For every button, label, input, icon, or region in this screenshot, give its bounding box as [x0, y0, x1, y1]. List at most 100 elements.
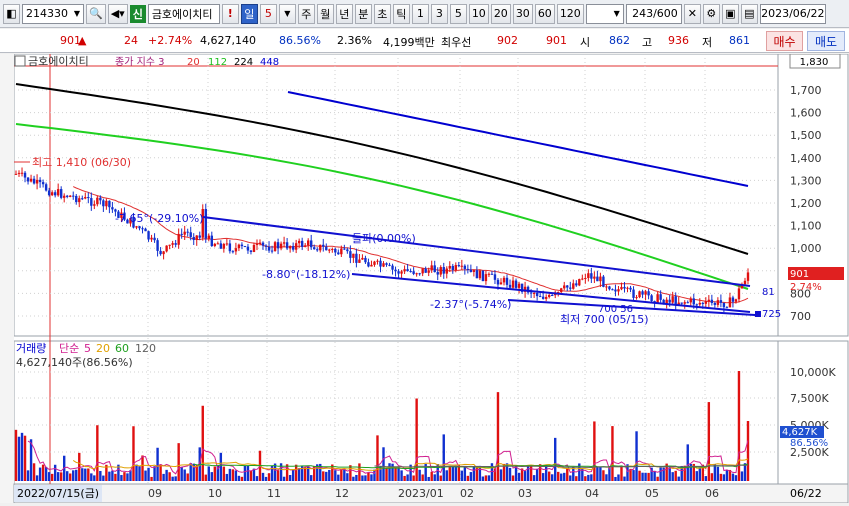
volume-bar: [81, 468, 84, 481]
interval-10[interactable]: 10: [468, 3, 489, 24]
candle-body: [216, 243, 220, 245]
tab-yearly[interactable]: 년: [335, 3, 353, 24]
period-count[interactable]: 5: [259, 3, 277, 24]
candle-body: [436, 272, 439, 275]
candle-body: [198, 235, 201, 238]
chevron-down-icon[interactable]: ▼: [614, 9, 620, 18]
volume-bar: [282, 476, 286, 481]
tab-tick[interactable]: 틱: [392, 3, 410, 24]
close-icon[interactable]: ✕: [683, 3, 701, 24]
sell-button[interactable]: 매도: [807, 31, 845, 51]
ma-legend-224: 224: [234, 57, 253, 68]
candle-body: [575, 283, 578, 286]
settings-icon[interactable]: ⚙: [702, 3, 720, 24]
candle-body: [532, 292, 536, 294]
interval-3[interactable]: 3: [430, 3, 448, 24]
candle-body: [632, 289, 635, 298]
date-field[interactable]: 2023/06/22: [759, 3, 826, 24]
candle-body: [358, 259, 361, 263]
volume-title: 거래량: [16, 342, 46, 355]
candle-body: [707, 299, 711, 302]
interval-60[interactable]: 60: [534, 3, 555, 24]
candle-body: [499, 282, 503, 285]
volume-bar: [328, 469, 331, 481]
candle-body: [29, 178, 33, 182]
volume-bar: [201, 405, 204, 481]
price-axis-tick: 1,700: [790, 84, 822, 97]
interval-5[interactable]: 5: [449, 3, 467, 24]
interval-120[interactable]: 120: [556, 3, 584, 24]
interval-30[interactable]: 30: [512, 3, 533, 24]
volume-bar: [472, 466, 476, 481]
tab-monthly[interactable]: 월: [316, 3, 334, 24]
interval-1[interactable]: 1: [411, 3, 429, 24]
panel-menu-icon[interactable]: [14, 55, 26, 67]
buy-button[interactable]: 매수: [766, 31, 803, 51]
current-volume-label: 4,627K: [782, 427, 818, 438]
candle-body: [195, 235, 198, 241]
candle-body: [397, 271, 400, 274]
candle-body: [219, 243, 223, 249]
volume-bar: [237, 475, 241, 481]
candle-body: [270, 250, 274, 252]
candle-body: [17, 172, 21, 174]
volume-bar: [605, 474, 608, 481]
price-axis-tick: 1,200: [790, 197, 822, 210]
chart-area[interactable]: 금호에이치티 종가 지수 3 20 112 224 448 1,830 1,70…: [0, 53, 849, 504]
candle-body: [722, 302, 726, 308]
candle-body: [686, 302, 689, 304]
candle-body: [135, 226, 138, 228]
tab-weekly[interactable]: 주: [297, 3, 315, 24]
candle-body: [156, 240, 159, 251]
tab-daily[interactable]: 일: [240, 3, 258, 24]
candle-body: [692, 298, 695, 305]
volume-bar: [614, 476, 617, 481]
volume-bar: [584, 476, 587, 481]
menu-icon[interactable]: ◧: [3, 3, 20, 24]
volume-bar: [138, 466, 141, 481]
candle-body: [713, 302, 717, 305]
volume-bar: [337, 474, 340, 481]
volume-bar: [165, 469, 168, 481]
page-counter[interactable]: 243/600: [625, 3, 682, 24]
volume-bar: [430, 471, 433, 481]
candle-body: [538, 296, 542, 298]
interval-20[interactable]: 20: [490, 3, 511, 24]
candle-body: [367, 262, 370, 267]
custom-interval-input[interactable]: ▼: [585, 3, 624, 24]
save-icon[interactable]: ▣: [721, 3, 739, 24]
tab-minute[interactable]: 분: [354, 3, 372, 24]
candle-body: [26, 177, 30, 182]
volume-bar: [291, 469, 295, 481]
candle-body: [282, 242, 286, 244]
volume-bar: [364, 475, 367, 481]
volume-bar: [481, 476, 485, 481]
volume-bar: [572, 466, 575, 481]
candle-body: [508, 284, 512, 288]
chevron-down-icon[interactable]: ▼: [278, 3, 296, 24]
volume-bar: [135, 464, 138, 481]
x-axis-tick: 04: [585, 487, 599, 500]
candle-body: [69, 195, 72, 197]
sound-icon[interactable]: ◀▾: [107, 3, 128, 24]
candle-body: [466, 268, 470, 270]
volume-bar: [99, 470, 102, 481]
tab-second[interactable]: 초: [373, 3, 391, 24]
volume-bar: [611, 426, 614, 481]
stock-code-input[interactable]: 214330 ▼: [22, 3, 84, 24]
volume-bar: [445, 470, 448, 481]
alert-button[interactable]: !: [221, 3, 239, 24]
volume-bar: [547, 471, 551, 481]
refresh-icon[interactable]: ▤: [740, 3, 758, 24]
candle-body: [23, 172, 27, 178]
x-axis-tick: 2023/01: [398, 487, 444, 500]
search-icon[interactable]: 🔍: [86, 3, 106, 24]
stock-name-field[interactable]: 금호에이치티: [147, 3, 220, 24]
candle-body: [72, 195, 75, 197]
volume-bar: [255, 476, 259, 481]
volume-bar: [644, 472, 647, 481]
volume-bar: [346, 473, 349, 481]
candle-body: [623, 286, 626, 289]
candle-body: [249, 250, 253, 252]
chevron-down-icon[interactable]: ▼: [74, 9, 80, 18]
